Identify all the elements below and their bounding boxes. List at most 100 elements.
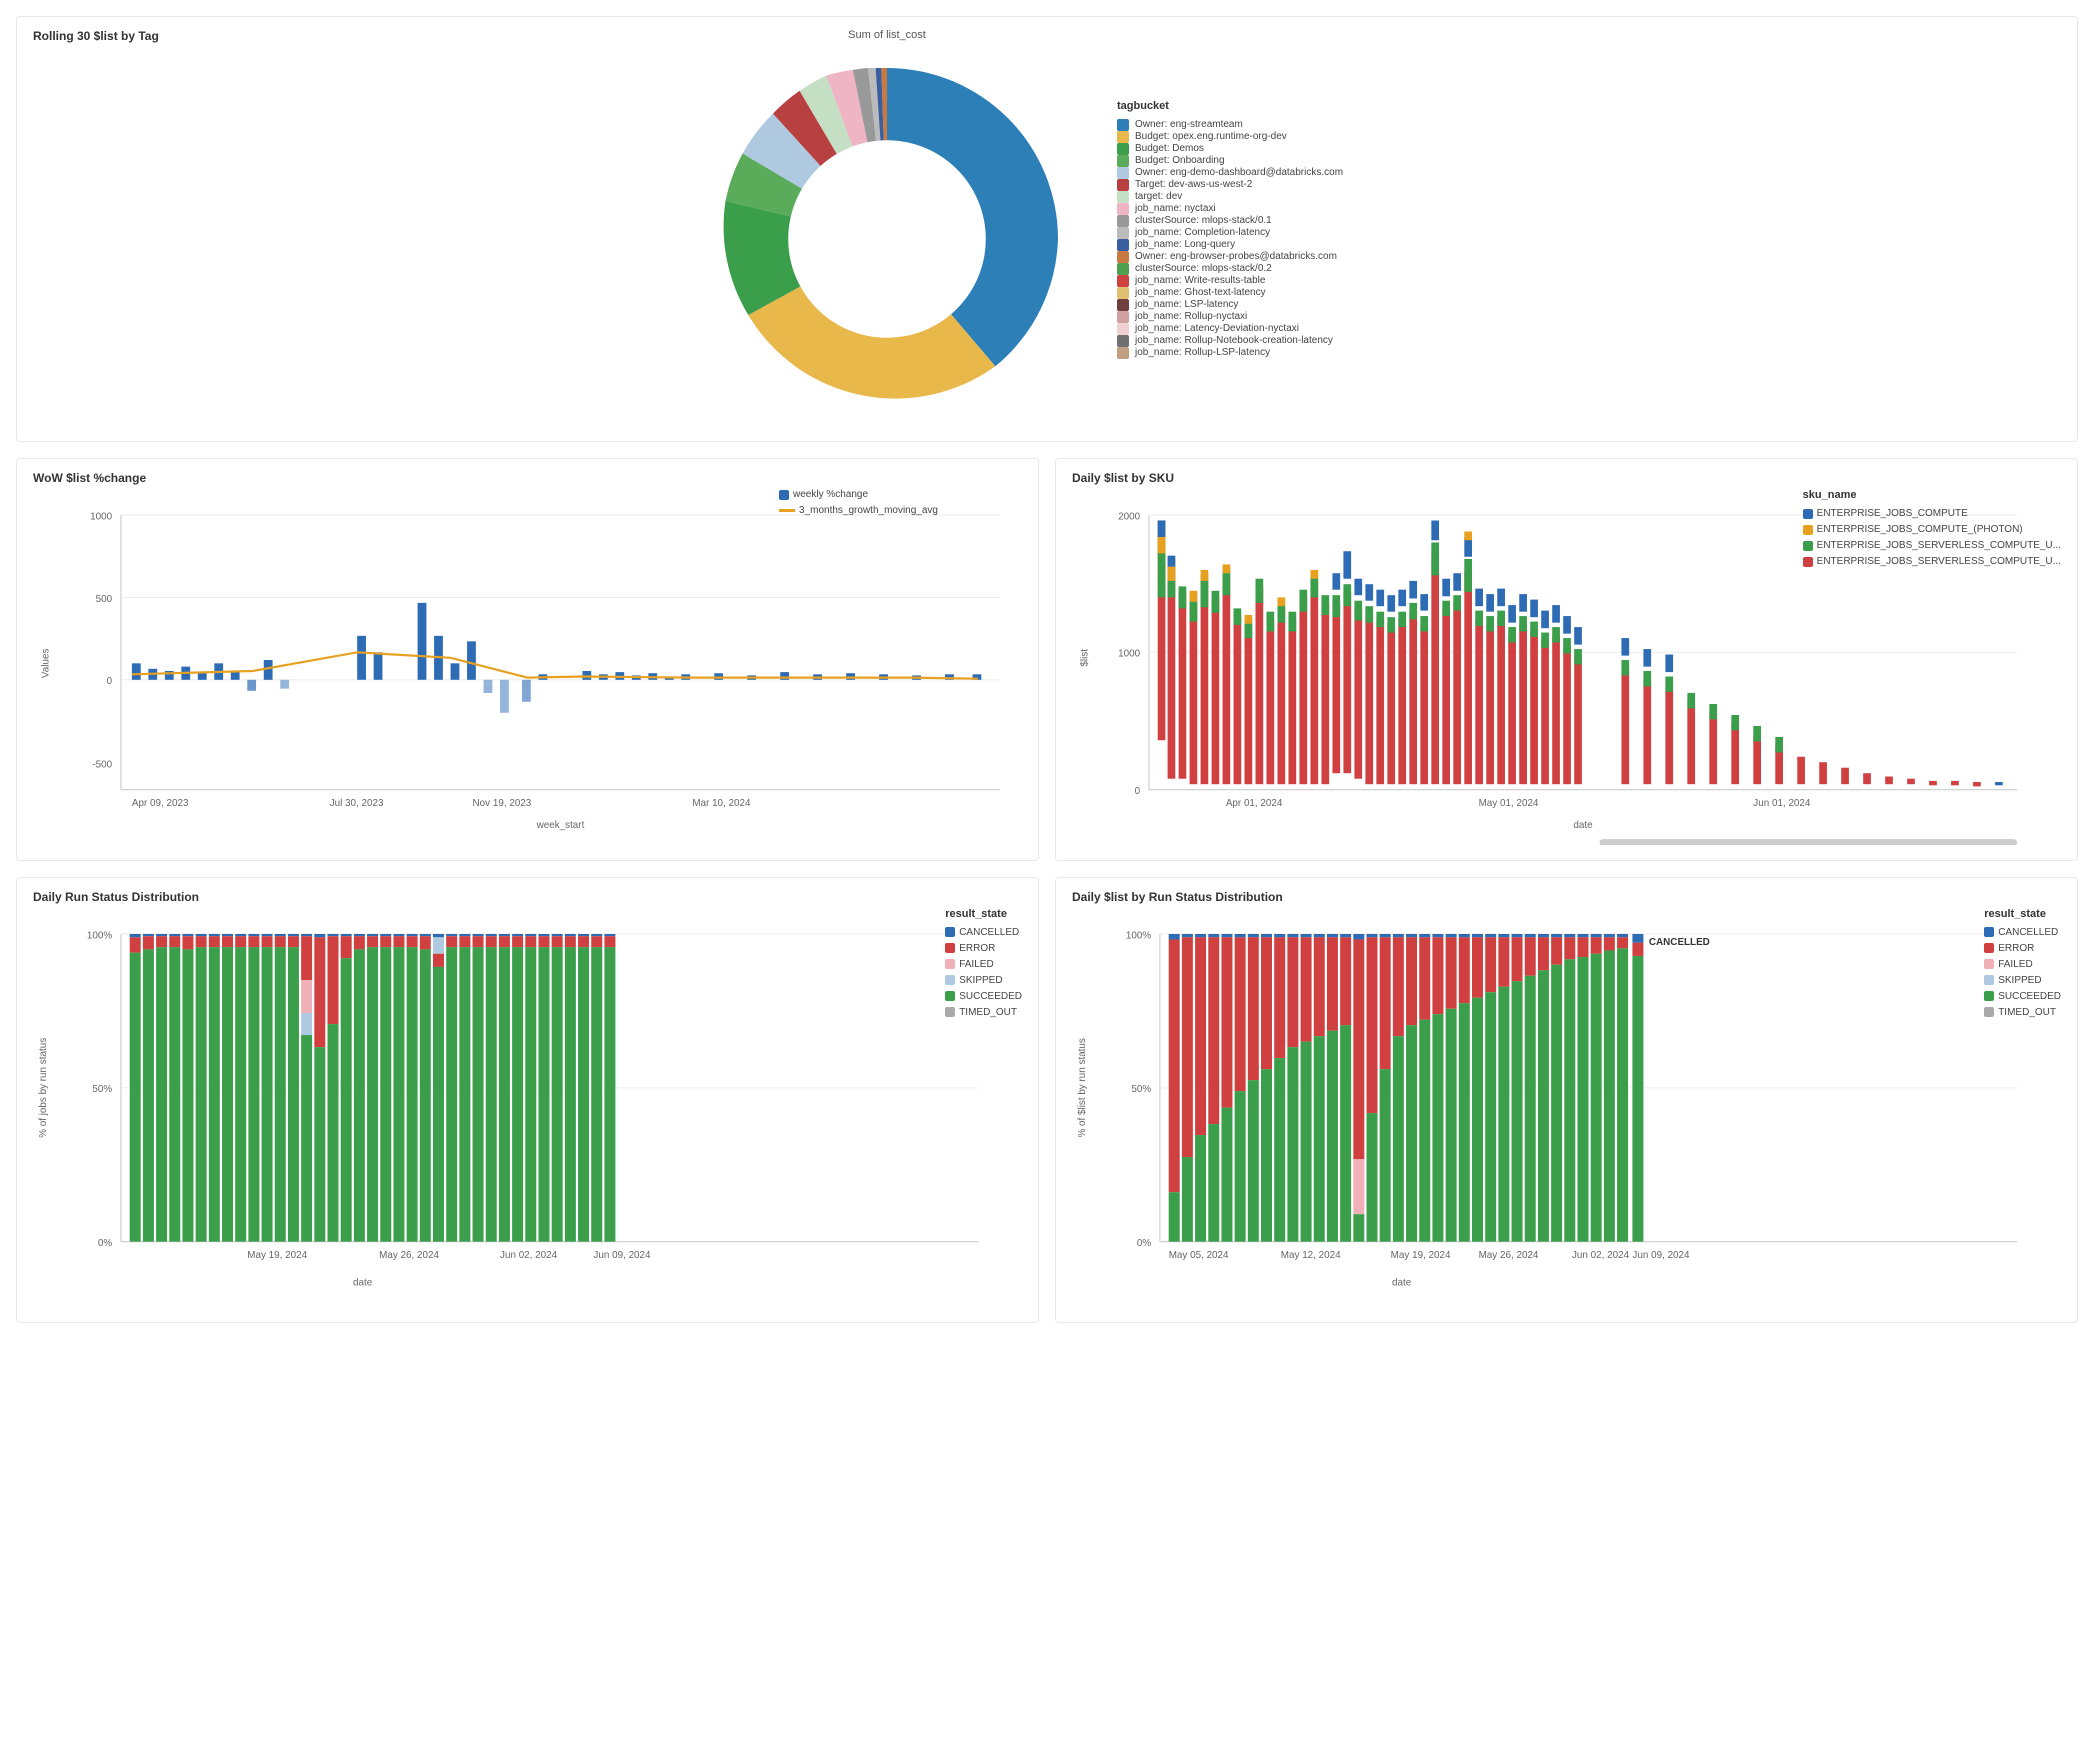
donut-legend-color bbox=[1117, 251, 1129, 263]
donut-legend-color bbox=[1117, 203, 1129, 215]
svg-text:2000: 2000 bbox=[1118, 511, 1140, 522]
donut-legend-item: target: dev bbox=[1117, 191, 1397, 203]
middle-section: WoW $list %change weekly %change 3_month… bbox=[16, 458, 2078, 861]
sku-legend-compute: ENTERPRISE_JOBS_COMPUTE bbox=[1803, 508, 2061, 519]
donut-legend-text: Owner: eng-browser-probes@databricks.com bbox=[1135, 251, 1337, 262]
donut-legend-color bbox=[1117, 299, 1129, 311]
svg-text:0%: 0% bbox=[1137, 1238, 1151, 1249]
donut-legend-text: job_name: LSP-latency bbox=[1135, 299, 1238, 310]
status-timedout: TIMED_OUT bbox=[945, 1007, 1022, 1018]
list-timedout-icon bbox=[1984, 1007, 1994, 1017]
list-status-legend-title: result_state bbox=[1984, 908, 2061, 920]
donut-section: Rolling 30 $list by Tag Sum of list_cost bbox=[16, 16, 2078, 442]
sku-photon-label: ENTERPRISE_JOBS_COMPUTE_(PHOTON) bbox=[1817, 524, 2023, 535]
svg-text:date: date bbox=[353, 1277, 373, 1288]
donut-legend-text: Owner: eng-streamteam bbox=[1135, 119, 1243, 130]
donut-legend-color bbox=[1117, 179, 1129, 191]
svg-text:May 19, 2024: May 19, 2024 bbox=[1391, 1250, 1451, 1261]
timedout-icon bbox=[945, 1007, 955, 1017]
succeeded-icon bbox=[945, 991, 955, 1001]
failed-label: FAILED bbox=[959, 959, 993, 970]
svg-text:Jun 09, 2024: Jun 09, 2024 bbox=[1632, 1250, 1690, 1261]
svg-text:0%: 0% bbox=[98, 1238, 112, 1249]
bottom-section: Daily Run Status Distribution result_sta… bbox=[16, 877, 2078, 1324]
status-cancelled: CANCELLED bbox=[945, 927, 1022, 938]
svg-text:50%: 50% bbox=[92, 1084, 112, 1095]
donut-legend-item: job_name: Long-query bbox=[1117, 239, 1397, 251]
donut-legend-color bbox=[1117, 155, 1129, 167]
svg-text:May 19, 2024: May 19, 2024 bbox=[247, 1250, 307, 1261]
list-status-cancelled: CANCELLED bbox=[1984, 927, 2061, 938]
svg-text:week_start: week_start bbox=[536, 820, 585, 831]
svg-text:-500: -500 bbox=[92, 760, 112, 771]
donut-legend-text: job_name: Completion-latency bbox=[1135, 227, 1270, 238]
failed-icon bbox=[945, 959, 955, 969]
sku-legend-serverless2: ENTERPRISE_JOBS_SERVERLESS_COMPUTE_U... bbox=[1803, 556, 2061, 567]
list-error-label: ERROR bbox=[1998, 943, 2034, 954]
list-status-error: ERROR bbox=[1984, 943, 2061, 954]
status-skipped: SKIPPED bbox=[945, 975, 1022, 986]
daily-list-status-svg: 100% 50% 0% % of $list by run status bbox=[1072, 912, 2061, 1308]
svg-text:% of jobs by run status: % of jobs by run status bbox=[38, 1037, 49, 1137]
svg-text:Jun 01, 2024: Jun 01, 2024 bbox=[1753, 798, 1811, 809]
wow-svg: 1000 500 0 -500 Values bbox=[33, 493, 1022, 845]
donut-legend-item: job_name: Write-results-table bbox=[1117, 275, 1397, 287]
list-skipped-icon bbox=[1984, 975, 1994, 985]
sku-legend-serverless1: ENTERPRISE_JOBS_SERVERLESS_COMPUTE_U... bbox=[1803, 540, 2061, 551]
donut-legend-item: job_name: Latency-Deviation-nyctaxi bbox=[1117, 323, 1397, 335]
donut-legend-text: job_name: Ghost-text-latency bbox=[1135, 287, 1266, 298]
svg-text:100%: 100% bbox=[87, 930, 112, 941]
skipped-icon bbox=[945, 975, 955, 985]
list-cancelled-label: CANCELLED bbox=[1998, 927, 2058, 938]
donut-legend-text: Owner: eng-demo-dashboard@databricks.com bbox=[1135, 167, 1343, 178]
donut-legend-item: job_name: Ghost-text-latency bbox=[1117, 287, 1397, 299]
list-skipped-label: SKIPPED bbox=[1998, 975, 2041, 986]
list-failed-icon bbox=[1984, 959, 1994, 969]
daily-sku-chart-card: Daily $list by SKU sku_name ENTERPRISE_J… bbox=[1055, 458, 2078, 861]
donut-legend-item: clusterSource: mlops-stack/0.2 bbox=[1117, 263, 1397, 275]
donut-legend-color bbox=[1117, 119, 1129, 131]
cancelled-icon bbox=[945, 927, 955, 937]
donut-subtitle: Sum of list_cost bbox=[848, 29, 926, 41]
timedout-label: TIMED_OUT bbox=[959, 1007, 1017, 1018]
donut-legend-item: Owner: eng-demo-dashboard@databricks.com bbox=[1117, 167, 1397, 179]
succeeded-label: SUCCEEDED bbox=[959, 991, 1022, 1002]
wow-legend: weekly %change 3_months_growth_moving_av… bbox=[779, 489, 938, 518]
svg-text:May 01, 2024: May 01, 2024 bbox=[1479, 798, 1539, 809]
daily-status-svg: 100% 50% 0% % of jobs by run status bbox=[33, 912, 1022, 1308]
svg-text:Jun 09, 2024: Jun 09, 2024 bbox=[593, 1250, 651, 1261]
error-icon bbox=[945, 943, 955, 953]
donut-title: Rolling 30 $list by Tag bbox=[33, 29, 159, 43]
donut-legend-color bbox=[1117, 239, 1129, 251]
wow-bar-label: weekly %change bbox=[793, 489, 868, 500]
svg-text:date: date bbox=[1573, 820, 1593, 831]
donut-legend-item: Target: dev-aws-us-west-2 bbox=[1117, 179, 1397, 191]
wow-line-icon bbox=[779, 509, 795, 512]
list-status-skipped: SKIPPED bbox=[1984, 975, 2061, 986]
donut-legend-text: job_name: Rollup-LSP-latency bbox=[1135, 347, 1270, 358]
sku-serverless1-label: ENTERPRISE_JOBS_SERVERLESS_COMPUTE_U... bbox=[1817, 540, 2061, 551]
daily-list-status-title: Daily $list by Run Status Distribution bbox=[1072, 890, 2061, 904]
status-error: ERROR bbox=[945, 943, 1022, 954]
status-succeeded: SUCCEEDED bbox=[945, 991, 1022, 1002]
status-failed: FAILED bbox=[945, 959, 1022, 970]
donut-legend: tagbucket Owner: eng-streamteamBudget: o… bbox=[1117, 100, 1397, 359]
wow-legend-bar: weekly %change bbox=[779, 489, 938, 500]
donut-wrapper: Sum of list_cost bbox=[697, 29, 1077, 429]
donut-legend-color bbox=[1117, 191, 1129, 203]
donut-legend-color bbox=[1117, 263, 1129, 275]
sku-legend: sku_name ENTERPRISE_JOBS_COMPUTE ENTERPR… bbox=[1803, 489, 2061, 569]
donut-legend-item: job_name: LSP-latency bbox=[1117, 299, 1397, 311]
donut-legend-text: Target: dev-aws-us-west-2 bbox=[1135, 179, 1252, 190]
donut-legend-title: tagbucket bbox=[1117, 100, 1397, 112]
list-succeeded-label: SUCCEEDED bbox=[1998, 991, 2061, 1002]
svg-text:0: 0 bbox=[1135, 786, 1141, 797]
donut-legend-item: Owner: eng-streamteam bbox=[1117, 119, 1397, 131]
svg-text:May 26, 2024: May 26, 2024 bbox=[379, 1250, 439, 1261]
sku-serverless1-icon bbox=[1803, 541, 1813, 551]
donut-legend-item: Budget: Demos bbox=[1117, 143, 1397, 155]
sku-legend-title: sku_name bbox=[1803, 489, 2061, 501]
skipped-label: SKIPPED bbox=[959, 975, 1002, 986]
donut-legend-text: job_name: nyctaxi bbox=[1135, 203, 1216, 214]
error-label: ERROR bbox=[959, 943, 995, 954]
